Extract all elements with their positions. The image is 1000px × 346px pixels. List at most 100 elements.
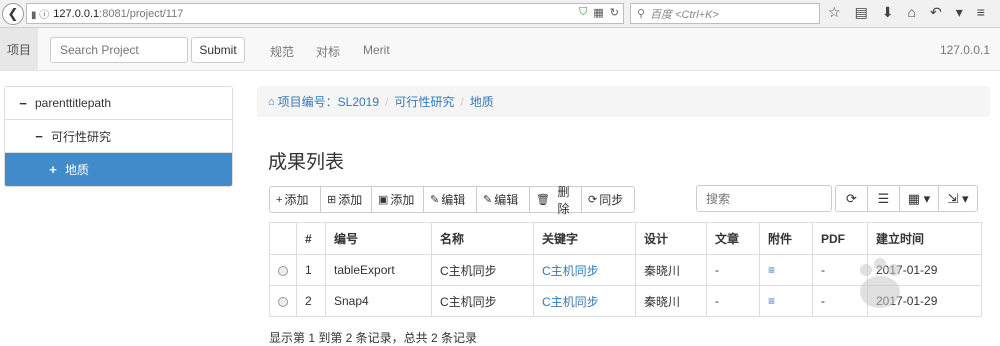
col-name[interactable]: 名称 xyxy=(431,222,534,255)
plus-box-icon: ▣ xyxy=(378,194,389,206)
undo-icon[interactable]: ↶ xyxy=(930,4,942,21)
table-header-row: # 编号 名称 关键字 设计 文章 附件 PDF 建立时间 xyxy=(269,222,982,255)
page-title: 成果列表 xyxy=(268,152,345,173)
col-index[interactable]: # xyxy=(296,222,326,255)
tree-item-label: parenttitlepath xyxy=(35,96,112,110)
plus-icon: + xyxy=(276,193,283,206)
breadcrumb-separator: / xyxy=(460,94,464,109)
cell-pdf: - xyxy=(812,254,868,286)
delete-button[interactable]: 🗑 删除 xyxy=(529,185,582,216)
browser-toolbar: ❮ ▮ ⓘ 127.0.0.1:8081/project/117 ⛉ ▦ ↻ ⚲… xyxy=(0,0,1000,28)
row-radio[interactable] xyxy=(278,296,288,307)
cell-created: 2017-01-29 xyxy=(867,285,982,317)
back-icon[interactable]: ❮ xyxy=(2,2,24,25)
cell-designer: 秦晓川 xyxy=(635,285,707,317)
reader-icon[interactable]: ▤ xyxy=(855,4,868,21)
button-label: 添加 xyxy=(390,193,415,207)
attachment-icon[interactable]: ≡ xyxy=(768,263,775,277)
tree-item-label: 地质 xyxy=(65,163,90,177)
table-tools: ⟳ ☰ ▦ ▾ ⇲ ▾ xyxy=(835,185,978,212)
add-button-2[interactable]: ⊞ 添加 xyxy=(320,186,372,213)
nav-link-benchmark[interactable]: 对标 xyxy=(316,43,340,60)
cell-keyword-link[interactable]: C主机同步 xyxy=(542,264,599,278)
col-select xyxy=(269,222,297,255)
col-attachment[interactable]: 附件 xyxy=(759,222,813,255)
cell-article: - xyxy=(706,254,760,286)
trash-icon: 🗑 xyxy=(536,194,550,206)
tree-item-feasibility[interactable]: − 可行性研究 xyxy=(5,120,232,153)
sync-icon: ⟳ xyxy=(588,194,598,206)
col-keyword[interactable]: 关键字 xyxy=(533,222,636,255)
qr-icon[interactable]: ▦ xyxy=(593,6,603,19)
export-icon[interactable]: ⇲ ▾ xyxy=(938,185,978,212)
add-button-3[interactable]: ▣ 添加 xyxy=(371,186,424,213)
button-label: 添加 xyxy=(284,193,309,207)
tree-item-label: 可行性研究 xyxy=(51,129,112,144)
cell-created: 2017-01-29 xyxy=(867,254,982,286)
page-icon: ▮ ⓘ xyxy=(31,10,50,21)
breadcrumb-separator: / xyxy=(385,94,389,109)
button-label: 编辑 xyxy=(494,193,519,207)
nav-link-spec[interactable]: 规范 xyxy=(270,43,294,60)
table-search-input[interactable] xyxy=(696,185,832,212)
col-code[interactable]: 编号 xyxy=(325,222,432,255)
edit-button[interactable]: ✎ 编辑 xyxy=(423,186,477,213)
collapse-icon[interactable]: − xyxy=(17,96,29,111)
add-button[interactable]: + 添加 xyxy=(269,186,321,213)
download-icon[interactable]: ⬇ xyxy=(882,4,894,21)
action-toolbar: + 添加 ⊞ 添加 ▣ 添加 ✎ 编辑 ✎ 编辑 🗑 删除 ⟳ 同步 xyxy=(269,185,635,216)
button-label: 编辑 xyxy=(441,193,466,207)
collapse-icon[interactable]: − xyxy=(33,129,45,144)
breadcrumb-project[interactable]: 项目编号：SL2019 xyxy=(278,93,379,110)
tree-item-geology[interactable]: + 地质 xyxy=(5,153,232,186)
app-navbar: 项目 Submit 规范 对标 Merit 127.0.0.1 xyxy=(0,28,1000,71)
button-label: 添加 xyxy=(338,193,363,207)
sync-button[interactable]: ⟳ 同步 xyxy=(581,186,635,213)
table-row[interactable]: 2 Snap4 C主机同步 C主机同步 秦晓川 - ≡ - 2017-01-29 xyxy=(269,285,982,317)
results-table: # 编号 名称 关键字 设计 文章 附件 PDF 建立时间 1 tableExp… xyxy=(269,222,982,317)
submit-button[interactable]: Submit xyxy=(191,37,245,63)
col-created[interactable]: 建立时间 xyxy=(867,222,982,255)
browser-search-placeholder: 百度 <Ctrl+K> xyxy=(650,8,719,21)
star-icon[interactable]: ☆ xyxy=(828,4,841,21)
nav-link-merit[interactable]: Merit xyxy=(363,43,390,57)
url-host: 127.0.0.1 xyxy=(53,7,100,20)
cell-pdf: - xyxy=(812,285,868,317)
cell-index: 1 xyxy=(296,254,326,286)
col-article[interactable]: 文章 xyxy=(706,222,760,255)
columns-icon[interactable]: ▦ ▾ xyxy=(899,185,939,212)
shield-icon[interactable]: ⛉ xyxy=(579,6,587,19)
list-icon[interactable]: ☰ xyxy=(867,185,900,212)
cell-keyword-link[interactable]: C主机同步 xyxy=(542,295,599,309)
button-label: 同步 xyxy=(599,193,624,207)
edit-button-2[interactable]: ✎ 编辑 xyxy=(476,186,530,213)
refresh-icon[interactable]: ⟳ xyxy=(835,185,868,212)
col-designer[interactable]: 设计 xyxy=(635,222,707,255)
address-bar[interactable]: ▮ ⓘ 127.0.0.1:8081/project/117 ⛉ ▦ ↻ xyxy=(26,3,624,24)
cell-article: - xyxy=(706,285,760,317)
expand-icon[interactable]: + xyxy=(47,162,59,177)
table-row[interactable]: 1 tableExport C主机同步 C主机同步 秦晓川 - ≡ - 2017… xyxy=(269,254,982,286)
project-search-input[interactable] xyxy=(50,37,188,63)
menu-icon[interactable]: ▾ xyxy=(956,4,963,21)
cell-code: Snap4 xyxy=(325,285,432,317)
edit-icon: ✎ xyxy=(483,194,493,206)
search-icon: ⚲ xyxy=(637,8,646,20)
breadcrumb: ⌂ 项目编号：SL2019 / 可行性研究 / 地质 xyxy=(257,86,990,117)
url-path: :8081/project/117 xyxy=(99,7,184,20)
button-label: 删除 xyxy=(557,184,570,216)
breadcrumb-feasibility[interactable]: 可行性研究 xyxy=(394,93,454,110)
hamburger-icon[interactable]: ≡ xyxy=(977,4,985,21)
row-radio[interactable] xyxy=(278,265,288,276)
col-pdf[interactable]: PDF xyxy=(812,222,868,255)
tree-item-parent[interactable]: − parenttitlepath xyxy=(5,87,232,120)
home-icon[interactable]: ⌂ xyxy=(908,4,916,21)
project-tree: − parenttitlepath − 可行性研究 + 地质 xyxy=(4,86,233,187)
pagination-info: 显示第 1 到第 2 条记录，总共 2 条记录 xyxy=(269,331,478,345)
attachment-icon[interactable]: ≡ xyxy=(768,294,775,308)
reload-icon[interactable]: ↻ xyxy=(610,6,619,19)
brand[interactable]: 项目 xyxy=(0,28,38,70)
nav-ip[interactable]: 127.0.0.1 xyxy=(940,43,990,57)
browser-search-input[interactable]: ⚲ 百度 <Ctrl+K> xyxy=(630,3,820,24)
breadcrumb-geology[interactable]: 地质 xyxy=(470,93,494,110)
